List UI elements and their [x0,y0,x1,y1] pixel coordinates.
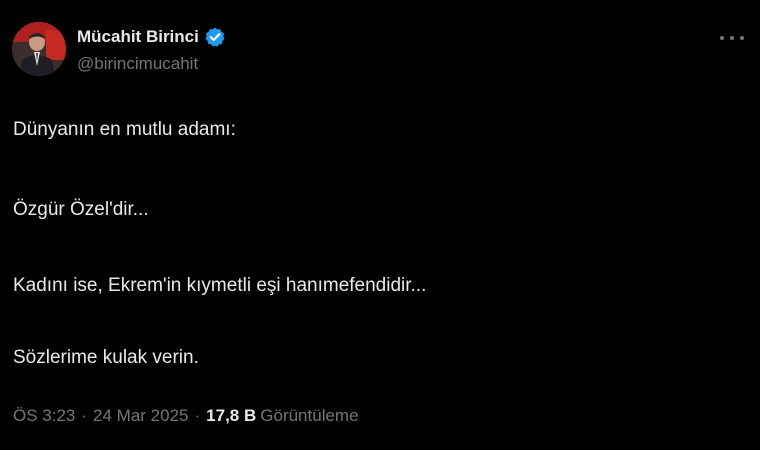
tweet-card: Mücahit Birinci @birincimucahit Dünyanın… [0,0,760,450]
tweet-date[interactable]: 24 Mar 2025 [93,406,188,426]
more-options-icon[interactable] [720,28,744,48]
author-handle[interactable]: @birincimucahit [77,54,226,74]
avatar[interactable] [12,22,66,76]
author-block: Mücahit Birinci @birincimucahit [77,24,226,74]
more-dot [720,36,724,40]
verified-badge-icon[interactable] [204,26,226,48]
views-label: Görüntüleme [260,406,359,425]
tweet-line: Dünyanın en mutlu adamı: [13,119,236,140]
tweet-line: Kadını ise, Ekrem'in kıymetli eşi hanıme… [13,275,427,296]
avatar-image [12,22,66,76]
author-name[interactable]: Mücahit Birinci [77,27,199,47]
tweet-meta: ÖS 3:23 · 24 Mar 2025 · 17,8 B Görüntüle… [13,406,359,426]
more-dot [740,36,744,40]
views-count: 17,8 B [206,406,257,425]
tweet-line: Sözlerime kulak verin. [13,347,199,368]
tweet-line: Özgür Özel'dir... [13,199,149,220]
meta-separator: · [194,406,201,425]
meta-separator: · [81,406,88,425]
more-dot [730,36,734,40]
author-name-row: Mücahit Birinci [77,24,226,50]
tweet-time[interactable]: ÖS 3:23 [13,406,75,426]
